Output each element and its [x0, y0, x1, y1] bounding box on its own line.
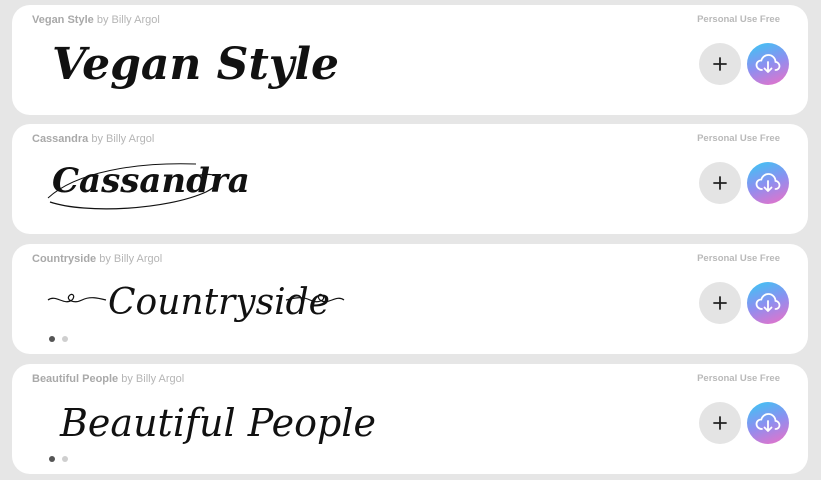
font-name-link[interactable]: Vegan Style [32, 14, 94, 26]
carousel-dot-active[interactable] [49, 456, 55, 462]
font-preview[interactable]: Vegan Style [46, 33, 406, 97]
font-card: Countryside by Billy Argol Personal Use … [12, 244, 808, 354]
font-preview[interactable]: Beautiful People [46, 392, 406, 456]
font-author[interactable]: by Billy Argol [91, 133, 154, 145]
download-button[interactable] [747, 43, 789, 85]
font-author[interactable]: by Billy Argol [99, 253, 162, 265]
license-label: Personal Use Free [697, 253, 780, 264]
font-meta: Beautiful People by Billy Argol [32, 373, 184, 385]
font-preview-graphic: Beautiful People [59, 401, 376, 445]
font-card: Cassandra by Billy Argol Personal Use Fr… [12, 124, 808, 234]
font-card: Vegan Style by Billy Argol Personal Use … [12, 5, 808, 115]
license-label: Personal Use Free [697, 14, 780, 25]
add-to-collection-button[interactable] [699, 43, 741, 85]
preview-carousel-dots [49, 336, 68, 342]
cloud-download-icon [755, 413, 781, 432]
font-preview[interactable]: Cassandra [46, 152, 406, 216]
font-preview-graphic: Countryside [47, 282, 345, 323]
cloud-download-icon [755, 54, 781, 73]
carousel-dot[interactable] [62, 456, 68, 462]
cloud-download-icon [755, 293, 781, 312]
font-preview-text: Vegan Style [52, 39, 339, 90]
plus-icon [713, 416, 727, 430]
carousel-dot-active[interactable] [49, 336, 55, 342]
font-preview-graphic: Cassandra [47, 161, 250, 210]
add-to-collection-button[interactable] [699, 282, 741, 324]
license-label: Personal Use Free [697, 373, 780, 384]
font-meta: Countryside by Billy Argol [32, 253, 162, 265]
font-name-link[interactable]: Cassandra [32, 133, 88, 145]
font-preview-text: Beautiful People [59, 401, 376, 445]
heart-swirl-left [47, 293, 107, 303]
font-meta: Vegan Style by Billy Argol [32, 14, 160, 26]
carousel-dot[interactable] [62, 336, 68, 342]
font-preview[interactable]: Countryside [46, 272, 406, 336]
plus-icon [713, 57, 727, 71]
font-list: Vegan Style by Billy Argol Personal Use … [0, 0, 821, 480]
download-button[interactable] [747, 282, 789, 324]
font-author[interactable]: by Billy Argol [97, 14, 160, 26]
font-card: Beautiful People by Billy Argol Personal… [12, 364, 808, 474]
download-button[interactable] [747, 402, 789, 444]
plus-icon [713, 296, 727, 310]
font-name-link[interactable]: Beautiful People [32, 373, 118, 385]
font-preview-text: Cassandra [52, 161, 250, 201]
add-to-collection-button[interactable] [699, 162, 741, 204]
download-button[interactable] [747, 162, 789, 204]
cloud-download-icon [755, 173, 781, 192]
font-author[interactable]: by Billy Argol [121, 373, 184, 385]
font-preview-text: Countryside [108, 282, 330, 323]
add-to-collection-button[interactable] [699, 402, 741, 444]
font-name-link[interactable]: Countryside [32, 253, 96, 265]
license-label: Personal Use Free [697, 133, 780, 144]
font-meta: Cassandra by Billy Argol [32, 133, 154, 145]
preview-carousel-dots [49, 456, 68, 462]
font-preview-graphic: Vegan Style [52, 39, 339, 90]
plus-icon [713, 176, 727, 190]
